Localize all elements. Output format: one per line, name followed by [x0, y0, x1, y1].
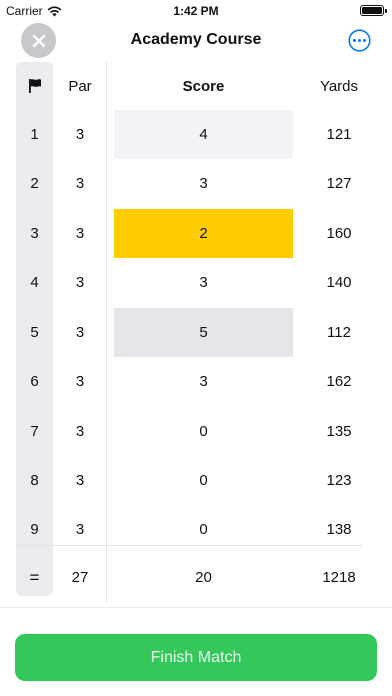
hole-number: 9 — [30, 521, 39, 538]
hole-row: 5 3 5 112 — [0, 308, 392, 357]
hole-score[interactable]: 4 — [114, 110, 293, 159]
hole-score[interactable]: 3 — [114, 159, 293, 208]
hole-par: 3 — [75, 274, 85, 291]
hole-yards: 112 — [327, 324, 351, 341]
hole-par: 3 — [75, 423, 85, 440]
hole-yards: 162 — [326, 373, 352, 390]
totals-divider — [16, 545, 362, 546]
hole-yards: 121 — [326, 126, 352, 143]
hole-header — [16, 62, 53, 110]
hole-yards: 123 — [326, 472, 352, 489]
navigation-bar: Academy Course — [0, 22, 392, 60]
hole-row: 3 3 2 160 — [0, 209, 392, 258]
hole-row: 8 3 0 123 — [0, 456, 392, 505]
hole-number: 1 — [30, 126, 39, 143]
hole-par: 3 — [75, 225, 85, 242]
hole-par: 3 — [75, 472, 85, 489]
hole-par: 3 — [75, 373, 85, 390]
totals-row: = 27 20 1218 — [0, 553, 392, 602]
score-header: Score — [182, 77, 225, 95]
hole-number: 8 — [30, 472, 39, 489]
hole-par: 3 — [75, 126, 85, 143]
ellipsis-circle-icon[interactable] — [348, 29, 371, 52]
hole-score[interactable]: 2 — [114, 209, 293, 258]
hole-number: 6 — [30, 373, 39, 390]
totals-symbol: = — [29, 567, 40, 587]
hole-row: 2 3 3 127 — [0, 159, 392, 208]
scorecard-header: Par Score Yards — [0, 62, 392, 110]
hole-yards: 140 — [326, 274, 352, 291]
hole-number: 7 — [30, 423, 39, 440]
hole-score[interactable]: 3 — [114, 258, 293, 307]
status-bar: Carrier 1:42 PM — [0, 0, 392, 22]
total-score: 20 — [195, 569, 212, 586]
hole-yards: 135 — [326, 423, 352, 440]
battery-icon — [360, 5, 387, 16]
hole-par: 3 — [75, 521, 85, 538]
hole-row: 7 3 0 135 — [0, 407, 392, 456]
hole-score[interactable]: 0 — [114, 407, 293, 456]
hole-par: 3 — [75, 324, 85, 341]
hole-row: 6 3 3 162 — [0, 357, 392, 406]
bottom-bar: Finish Match — [0, 607, 392, 696]
hole-score[interactable]: 0 — [114, 505, 293, 554]
hole-yards: 160 — [326, 225, 352, 242]
hole-number: 5 — [30, 324, 39, 341]
hole-number: 3 — [30, 225, 39, 242]
battery-level — [362, 7, 382, 14]
status-time: 1:42 PM — [173, 4, 219, 18]
hole-row: 4 3 3 140 — [0, 258, 392, 307]
hole-yards: 138 — [326, 521, 352, 538]
total-par: 27 — [71, 569, 89, 586]
flag-icon — [28, 79, 41, 93]
hole-row: 1 3 4 121 — [0, 110, 392, 159]
finish-match-button[interactable]: Finish Match — [15, 634, 377, 681]
hole-score[interactable]: 3 — [114, 357, 293, 406]
hole-score[interactable]: 5 — [114, 308, 293, 357]
hole-par: 3 — [75, 175, 85, 192]
page-title: Academy Course — [130, 31, 262, 48]
hole-number: 4 — [30, 274, 39, 291]
hole-number: 2 — [30, 175, 39, 192]
hole-score[interactable]: 0 — [114, 456, 293, 505]
total-yards: 1218 — [322, 569, 356, 586]
hole-yards: 127 — [326, 175, 352, 192]
hole-row: 9 3 0 138 — [0, 505, 392, 554]
yards-header: Yards — [319, 77, 359, 95]
par-header: Par — [68, 77, 92, 95]
